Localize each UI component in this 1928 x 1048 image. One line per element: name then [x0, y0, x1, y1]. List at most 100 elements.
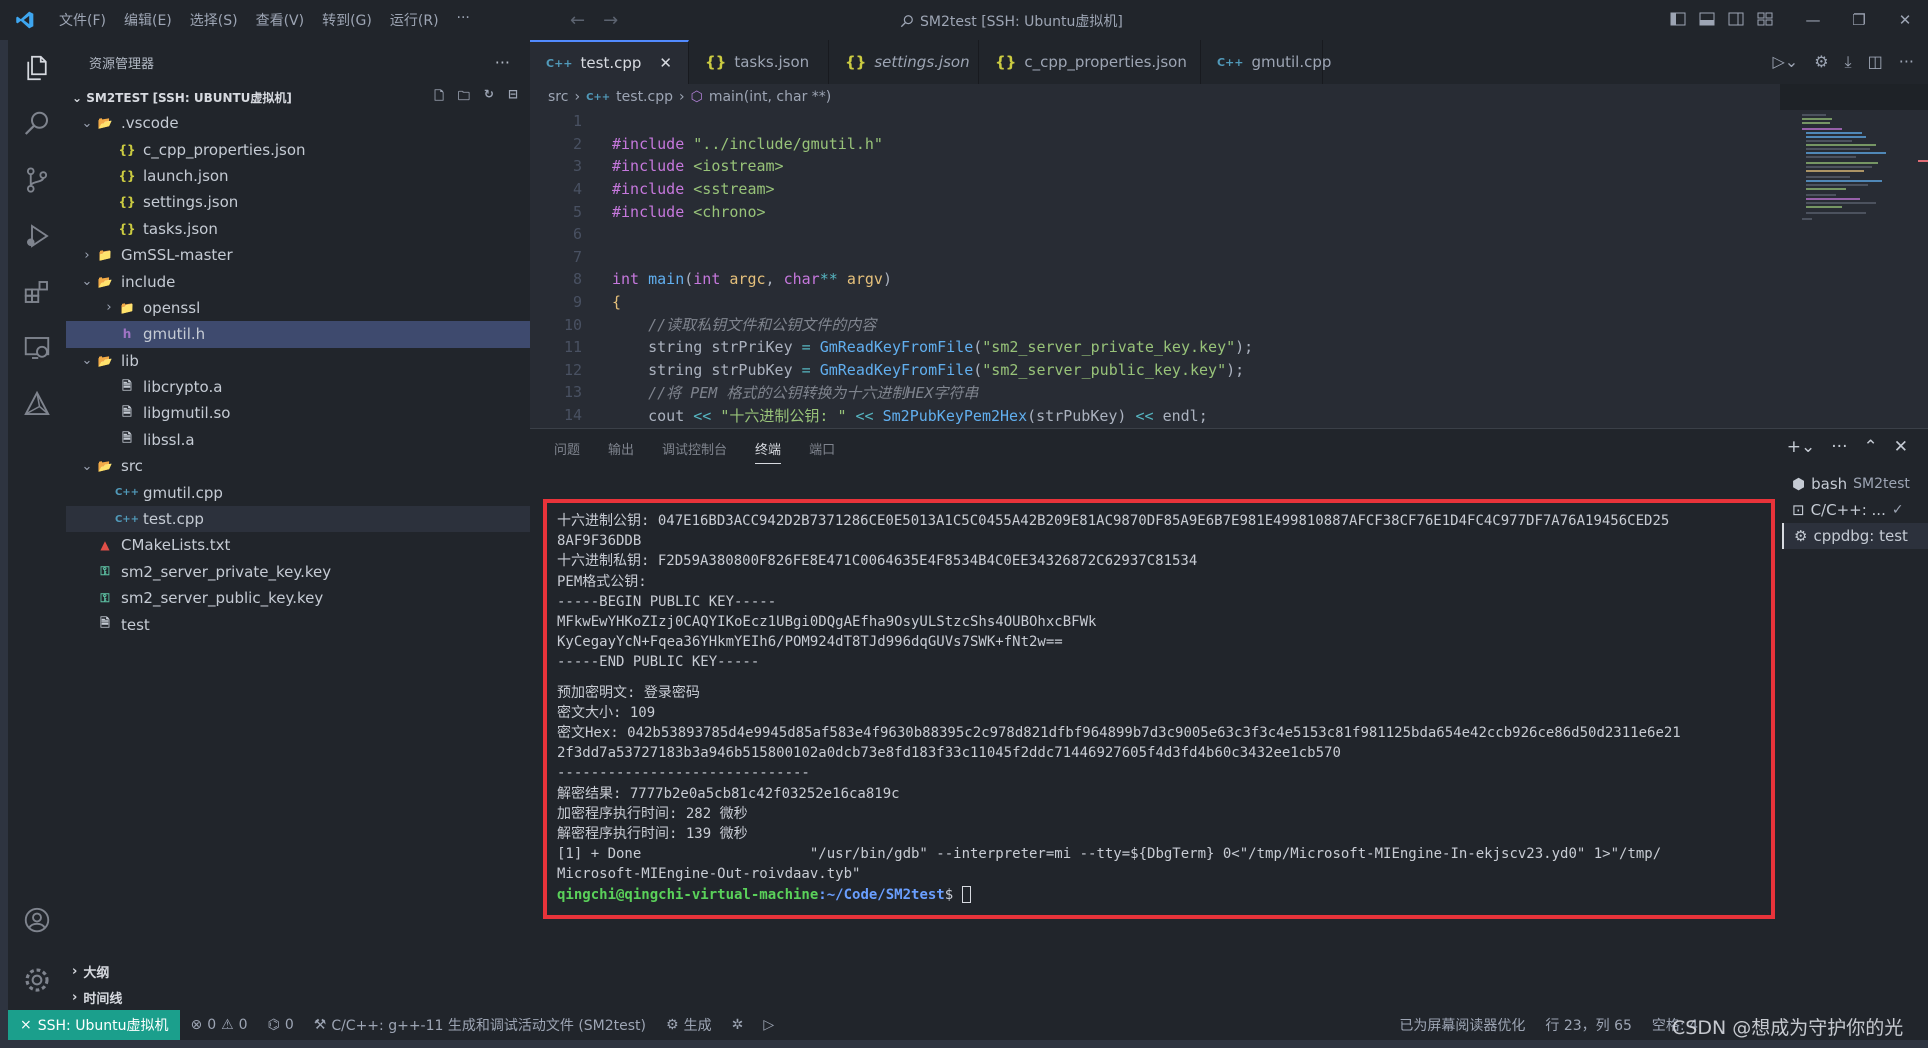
tree-item[interactable]: {} tasks.json: [66, 216, 530, 242]
tree-item[interactable]: ⌄ 📂 include: [66, 268, 530, 294]
menu-go[interactable]: 转到(G): [313, 10, 381, 30]
tab-c-cpp-properties-json[interactable]: {} c_cpp_properties.json: [979, 40, 1201, 84]
workspace-section[interactable]: ⌄ SM2TEST [SSH: UBUNTU虚拟机] 🗋 🗀 ↻ ⊟: [66, 84, 530, 110]
outline-section[interactable]: › 大纲: [66, 958, 109, 984]
back-arrow-icon[interactable]: ←: [570, 10, 585, 31]
breadcrumb-src[interactable]: src: [548, 89, 568, 105]
tree-item[interactable]: {} launch.json: [66, 163, 530, 189]
customize-layout-icon[interactable]: [1757, 11, 1773, 27]
refresh-icon[interactable]: ↻: [484, 87, 494, 108]
tab-test-cpp[interactable]: C++ test.cpp ✕: [530, 40, 689, 84]
accounts-icon[interactable]: [8, 892, 66, 948]
tree-item[interactable]: C++ test.cpp: [66, 505, 530, 533]
tab-tasks-json[interactable]: {} tasks.json: [689, 40, 829, 84]
split-editor-icon[interactable]: ◫: [1868, 52, 1883, 72]
tree-item[interactable]: ⌄ 📂 .vscode: [66, 110, 530, 136]
terminal-output[interactable]: 十六进制公钥: 047E16BD3ACC942D2B7371286CE0E501…: [543, 499, 1775, 919]
warning-icon: ⚠: [221, 1017, 234, 1033]
maximize-panel-icon[interactable]: ⌃: [1864, 437, 1878, 457]
restore-icon[interactable]: ❐: [1836, 11, 1882, 29]
explorer-icon[interactable]: [8, 40, 66, 96]
terminal-item-cppdbg[interactable]: ⚙ cppdbg: test: [1782, 523, 1928, 549]
more-actions-icon[interactable]: ···: [495, 53, 510, 72]
menu-selection[interactable]: 选择(S): [181, 10, 247, 30]
tree-item[interactable]: C++ gmutil.cpp: [66, 479, 530, 505]
close-panel-icon[interactable]: ✕: [1894, 437, 1908, 457]
minimap-preview: [1802, 114, 1928, 220]
explorer-sidebar: 资源管理器 ··· ⌄ SM2TEST [SSH: UBUNTU虚拟机] 🗋 🗀…: [66, 40, 530, 1010]
collapse-all-icon[interactable]: ⊟: [508, 87, 518, 108]
breadcrumb-file[interactable]: test.cpp: [616, 89, 673, 105]
tree-item[interactable]: ⌄ 📂 lib: [66, 348, 530, 374]
code-editor[interactable]: 1 2 #include "../include/gmutil.h" 3 #includ…: [530, 110, 1790, 428]
close-window-icon[interactable]: ✕: [1882, 11, 1928, 29]
screen-reader-status[interactable]: 已为屏幕阅读器优化: [1389, 1015, 1535, 1035]
tree-item[interactable]: {} c_cpp_properties.json: [66, 136, 530, 162]
tree-item[interactable]: › 📁 GmSSL-master: [66, 242, 530, 268]
tree-item[interactable]: ⚿ sm2_server_public_key.key: [66, 585, 530, 611]
tab-settings-json[interactable]: {} settings.json: [829, 40, 979, 84]
tab-gmutil-cpp[interactable]: C++ gmutil.cpp: [1201, 40, 1331, 84]
cursor-position[interactable]: 行 23，列 65: [1535, 1015, 1642, 1035]
debug-status[interactable]: ✲: [722, 1017, 754, 1033]
active-task-status[interactable]: ⚒ C/C++: g++-11 生成和调试活动文件 (SM2test): [304, 1015, 656, 1035]
settings-gear-icon[interactable]: ⚙: [1814, 52, 1828, 72]
remote-explorer-icon[interactable]: [8, 320, 66, 376]
terminal-item-bash[interactable]: ⬢ bash SM2test: [1782, 471, 1928, 497]
toggle-secondary-sidebar-icon[interactable]: [1728, 11, 1744, 27]
timeline-section[interactable]: › 时间线: [66, 984, 122, 1010]
new-folder-icon[interactable]: 🗀: [458, 87, 470, 108]
build-status[interactable]: ⚙ 生成: [656, 1015, 722, 1035]
run-status[interactable]: ▷: [753, 1017, 784, 1033]
tree-item[interactable]: h gmutil.h: [66, 321, 530, 348]
cmake-icon[interactable]: [8, 376, 66, 432]
menu-more[interactable]: ···: [448, 10, 479, 30]
code-text: #include <sstream>: [612, 180, 775, 199]
terminal-item-cpp-task[interactable]: ⊡ C/C++: ... ✓: [1782, 497, 1928, 523]
search-icon[interactable]: [8, 96, 66, 152]
tree-item-label: include: [121, 272, 176, 291]
tree-item[interactable]: 🗎 libgmutil.so: [66, 400, 530, 426]
menu-edit[interactable]: 编辑(E): [115, 10, 181, 30]
toggle-panel-icon[interactable]: [1699, 11, 1715, 27]
tree-item[interactable]: ▲ CMakeLists.txt: [66, 532, 530, 558]
tab-debug-console[interactable]: 调试控制台: [662, 439, 727, 464]
tree-item[interactable]: ⚿ sm2_server_private_key.key: [66, 559, 530, 585]
tab-problems[interactable]: 问题: [554, 439, 580, 464]
menu-file[interactable]: 文件(F): [50, 10, 115, 30]
tree-item[interactable]: 🗎 test: [66, 611, 530, 637]
remote-indicator[interactable]: ⨯ SSH: Ubuntu虚拟机: [8, 1010, 181, 1040]
ports-status[interactable]: ⌬ 0: [258, 1017, 304, 1033]
source-control-icon[interactable]: [8, 152, 66, 208]
tree-item[interactable]: ⌄ 📂 src: [66, 453, 530, 479]
run-debug-dropdown-icon[interactable]: ▷⌄: [1772, 52, 1798, 72]
more-actions-icon[interactable]: ···: [1831, 437, 1847, 457]
chevron-down-icon: ⌄: [72, 90, 83, 105]
folder-open-icon: 📂: [97, 353, 113, 368]
breadcrumb-symbol[interactable]: main(int, char **): [709, 89, 831, 105]
tree-item[interactable]: › 📁 openssl: [66, 295, 530, 321]
tab-output[interactable]: 输出: [608, 439, 634, 464]
window-bottom-edge: [0, 1040, 1928, 1048]
tab-ports[interactable]: 端口: [809, 439, 835, 464]
manage-gear-icon[interactable]: [8, 952, 66, 1008]
run-debug-icon[interactable]: [8, 208, 66, 264]
tab-terminal[interactable]: 终端: [755, 439, 782, 464]
tree-item[interactable]: 🗎 libssl.a: [66, 427, 530, 453]
command-center[interactable]: SM2test [SSH: Ubuntu虚拟机]: [900, 11, 1123, 31]
tree-item[interactable]: 🗎 libcrypto.a: [66, 374, 530, 400]
menu-run[interactable]: 运行(R): [381, 10, 448, 30]
new-terminal-icon[interactable]: +⌄: [1787, 437, 1816, 457]
toggle-sidebar-icon[interactable]: [1670, 11, 1686, 27]
problems-status[interactable]: ⊗ 0 ⚠ 0: [180, 1017, 257, 1033]
extensions-icon[interactable]: [8, 264, 66, 320]
tree-item[interactable]: {} settings.json: [66, 189, 530, 215]
new-file-icon[interactable]: 🗋: [434, 87, 444, 108]
download-icon[interactable]: ⤓: [1845, 52, 1852, 72]
menu-view[interactable]: 查看(V): [247, 10, 314, 30]
more-actions-icon[interactable]: ···: [1899, 52, 1914, 72]
minimap[interactable]: [1790, 110, 1928, 428]
close-tab-icon[interactable]: ✕: [659, 54, 672, 72]
forward-arrow-icon[interactable]: →: [603, 10, 618, 31]
minimize-icon[interactable]: —: [1790, 11, 1836, 29]
